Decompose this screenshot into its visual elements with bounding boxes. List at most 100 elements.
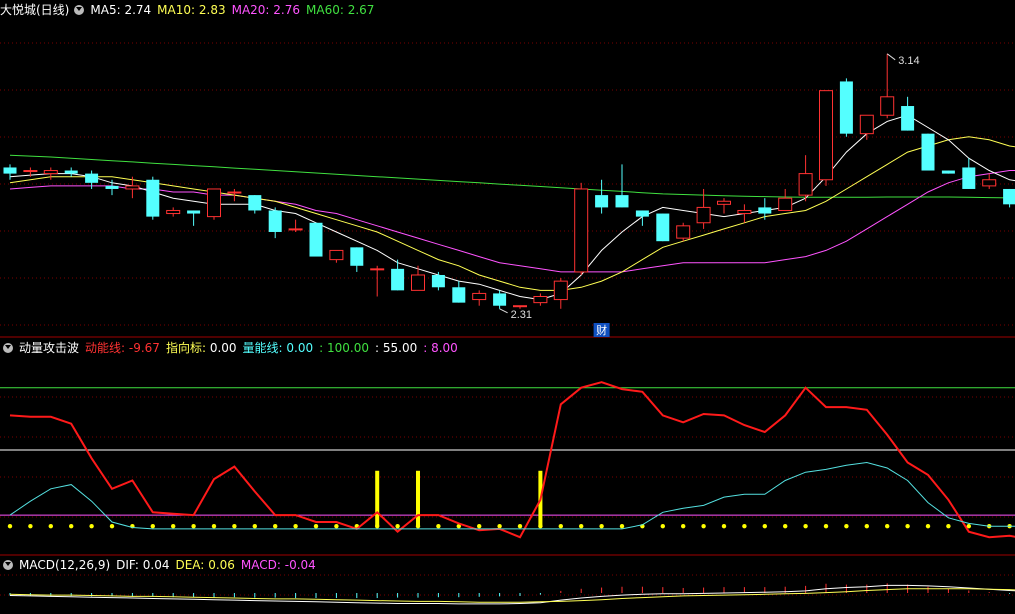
candle-body-down — [350, 247, 364, 266]
macd-title: MACD(12,26,9) — [19, 558, 111, 572]
zero-dot — [905, 523, 910, 529]
high-label: 3.14 — [898, 55, 919, 67]
zero-dot — [885, 523, 890, 529]
dea-legend: DEA: 0.06 — [175, 558, 235, 572]
zero-dot — [619, 523, 625, 529]
zero-dot — [946, 523, 951, 529]
high-pointer — [886, 53, 896, 61]
candle-body-up — [227, 191, 242, 194]
candle-body-down — [391, 268, 405, 291]
zero-dot — [436, 523, 441, 529]
stock-title: 大悦城(日线) — [0, 3, 70, 17]
candle-body-up — [166, 209, 181, 215]
zero-dot — [660, 523, 665, 529]
candle-body-up — [43, 170, 58, 175]
zero-dot — [762, 523, 767, 529]
ma-line-ma20 — [9, 170, 1015, 273]
low-pointer — [499, 308, 508, 314]
zero-dot — [232, 523, 237, 529]
zero-dot — [69, 523, 74, 529]
zero-dot — [477, 523, 482, 529]
low-label: 2.31 — [511, 309, 532, 321]
zero-dot — [171, 523, 176, 529]
chevron-down-icon[interactable] — [3, 560, 13, 570]
price-panel-header: 大悦城(日线) MA5: 2.74 MA10: 2.83 MA20: 2.76 MA60… — [0, 2, 380, 19]
zero-dot — [273, 523, 278, 529]
candle-body-up — [329, 249, 344, 261]
zero-dot — [313, 523, 319, 529]
candle-body-up — [696, 206, 711, 224]
candle-body-down — [309, 222, 323, 257]
ref100-legend: : 100.00 — [319, 341, 369, 355]
candle-body-down — [758, 207, 772, 214]
candle-body-up — [778, 197, 793, 211]
zero-dot — [497, 523, 502, 529]
chevron-down-icon[interactable] — [3, 343, 13, 353]
candle-body-up — [574, 188, 589, 273]
dnx-legend: 动能线: -9.67 — [85, 341, 160, 355]
zero-dot — [721, 523, 727, 529]
candle-body-down — [64, 170, 78, 174]
zero-dot — [701, 523, 706, 529]
chevron-down-icon[interactable] — [74, 5, 85, 15]
candle-body-up — [859, 114, 874, 135]
zero-dot — [599, 523, 604, 529]
zero-dot — [252, 523, 257, 529]
ref8-legend: : 8.00 — [423, 341, 458, 355]
zero-dot — [48, 523, 53, 529]
candle-body-up — [533, 295, 548, 304]
candle-body-down — [615, 195, 629, 208]
candle-body-up — [737, 209, 752, 215]
candle-body-up — [288, 228, 303, 231]
lnx-legend: 量能线: 0.00 — [242, 341, 314, 355]
candle-body-down — [146, 179, 160, 217]
candle-body-down — [962, 167, 976, 189]
zero-dot — [844, 523, 849, 529]
finance-badge-label: 财 — [596, 323, 607, 337]
zero-dot — [864, 523, 869, 529]
ma-line-ma60 — [9, 154, 1015, 199]
zero-dot — [211, 523, 217, 529]
candle-body-up — [982, 179, 997, 187]
zero-dot — [89, 523, 94, 529]
candle-body-up — [880, 96, 895, 116]
zero-dot — [823, 523, 829, 529]
stock-chart: 3.14 2.31 财 — [0, 42, 1015, 605]
candle-body-up — [370, 268, 385, 271]
zero-dot — [293, 523, 298, 529]
ma20-legend: MA20: 2.76 — [231, 3, 301, 17]
candle-body-up — [472, 292, 487, 301]
candle-body-down — [431, 274, 445, 288]
zero-dot — [681, 523, 686, 529]
candle-body-down — [839, 81, 853, 134]
zero-dot — [334, 523, 339, 529]
macd-legend: MACD: -0.04 — [240, 558, 316, 572]
candle-body-down — [3, 167, 17, 174]
zero-dot — [579, 523, 584, 529]
series-line-0 — [9, 381, 1015, 539]
candle-body-down — [493, 293, 507, 306]
ref55-legend: : 55.00 — [375, 341, 418, 355]
ma-line-ma10 — [9, 136, 1015, 291]
dif-legend: DIF: 0.04 — [116, 558, 170, 572]
candle-body-down — [941, 170, 955, 174]
macd-panel-header: MACD(12,26,9) DIF: 0.04 DEA: 0.06 MACD: -0.… — [0, 557, 322, 574]
candle-body-down — [921, 133, 935, 171]
zero-dot — [109, 523, 115, 529]
zero-dot — [191, 523, 196, 529]
signal-bar — [416, 470, 420, 527]
candle-body-down — [105, 185, 119, 189]
series-line-1 — [9, 461, 1015, 530]
momentum-panel[interactable] — [0, 381, 1015, 539]
zero-dot — [742, 523, 747, 529]
candle-body-up — [717, 200, 731, 205]
candle-body-down — [452, 287, 466, 303]
macd-panel[interactable] — [9, 583, 1015, 605]
candle-body-up — [207, 188, 221, 218]
zero-dot — [803, 523, 808, 529]
candle-body-up — [553, 280, 568, 301]
zero-dot — [150, 523, 155, 529]
candle-body-down — [85, 173, 99, 183]
candle-body-down — [1003, 188, 1015, 205]
price-panel[interactable]: 3.14 2.31 财 — [3, 53, 1015, 337]
